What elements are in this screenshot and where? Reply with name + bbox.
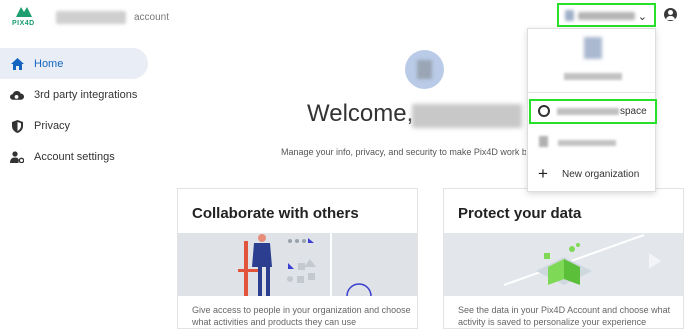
organization-icon bbox=[565, 10, 574, 21]
pix4d-logo-mark-icon bbox=[16, 7, 32, 17]
workspace-label: space bbox=[620, 106, 647, 117]
sidebar: Home 3rd party integrations Privacy Acco… bbox=[0, 48, 150, 172]
protect-data-illustration bbox=[444, 233, 683, 296]
sidebar-item-label: Privacy bbox=[34, 120, 71, 132]
user-name-redacted bbox=[412, 104, 522, 128]
pix4d-logo[interactable]: PIX4D bbox=[12, 6, 38, 30]
card-description: See the data in your Pix4D Account and c… bbox=[458, 305, 671, 327]
organization-name-redacted bbox=[564, 73, 622, 80]
organization-dropdown-menu: space + New organization bbox=[527, 28, 657, 192]
dropdown-item-new-organization[interactable]: + New organization bbox=[529, 163, 656, 185]
sidebar-item-home[interactable]: Home bbox=[0, 48, 148, 79]
card-title: Protect your data bbox=[458, 205, 582, 222]
sidebar-item-label: Home bbox=[34, 58, 64, 70]
welcome-subtitle: Manage your info, privacy, and security … bbox=[281, 147, 526, 157]
organization-switcher-button[interactable]: ⌄ bbox=[557, 3, 656, 27]
new-organization-label: New organization bbox=[562, 169, 640, 180]
welcome-heading: Welcome, bbox=[307, 100, 414, 127]
organization-avatar-redacted bbox=[584, 37, 602, 59]
profile-avatar-redacted bbox=[417, 60, 432, 79]
organization-name-redacted bbox=[558, 140, 616, 146]
workspace-name-redacted bbox=[557, 108, 619, 115]
protect-data-card[interactable]: Protect your data See the data in your P… bbox=[443, 188, 684, 329]
user-account-icon[interactable] bbox=[664, 8, 677, 21]
account-label: account bbox=[134, 12, 170, 23]
divider bbox=[528, 92, 655, 93]
card-title: Collaborate with others bbox=[192, 205, 359, 222]
collaborate-card[interactable]: Collaborate with others Give access to p… bbox=[177, 188, 418, 329]
dropdown-item-personal-workspace[interactable]: space bbox=[529, 99, 657, 124]
card-description: Give access to people in your organizati… bbox=[192, 305, 411, 327]
sidebar-item-account-settings[interactable]: Account settings bbox=[0, 141, 148, 172]
shield-icon bbox=[10, 119, 24, 133]
sidebar-item-label: Account settings bbox=[34, 151, 115, 163]
profile-avatar[interactable] bbox=[405, 50, 444, 89]
personal-workspace-icon bbox=[538, 105, 550, 117]
dropdown-current-organization bbox=[528, 29, 655, 93]
dropdown-item-organization[interactable] bbox=[529, 132, 656, 154]
person-gear-icon bbox=[10, 150, 24, 164]
logo-text: PIX4D bbox=[12, 20, 35, 27]
sidebar-item-integrations[interactable]: 3rd party integrations bbox=[0, 79, 148, 110]
account-name-redacted bbox=[56, 11, 126, 24]
sidebar-item-privacy[interactable]: Privacy bbox=[0, 110, 148, 141]
organization-icon bbox=[539, 136, 548, 147]
organization-name-redacted bbox=[578, 12, 635, 20]
home-icon bbox=[10, 57, 24, 71]
cloud-sync-icon bbox=[10, 88, 24, 102]
collaborate-illustration bbox=[178, 233, 417, 309]
sidebar-item-label: 3rd party integrations bbox=[34, 89, 138, 101]
plus-icon: + bbox=[538, 164, 548, 183]
chevron-down-icon: ⌄ bbox=[637, 11, 647, 23]
